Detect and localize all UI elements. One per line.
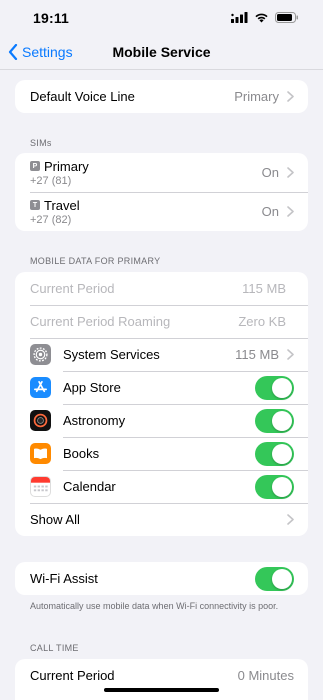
home-indicator[interactable] <box>104 688 219 692</box>
sims-header: SIMs <box>30 138 52 148</box>
sim-name: Primary <box>44 158 89 174</box>
nav-bar: Settings Mobile Service <box>0 40 323 68</box>
mobile-data-header: MOBILE DATA FOR PRIMARY <box>30 256 161 266</box>
status-bar: 19:11 <box>0 0 323 40</box>
chevron-right-icon <box>287 349 294 360</box>
app-row-astronomy: Astronomy <box>15 404 308 437</box>
status-icons <box>231 12 299 23</box>
show-all-label: Show All <box>30 512 80 527</box>
app-store-toggle[interactable] <box>255 375 294 400</box>
app-name: Books <box>63 446 100 461</box>
sim-number: +27 (81) <box>30 174 72 187</box>
sims-card: P Primary +27 (81) On T Travel +27 (82) … <box>15 153 308 231</box>
sim-badge-icon: T <box>30 200 40 210</box>
chevron-right-icon <box>287 91 294 102</box>
battery-icon <box>275 12 298 23</box>
mobile-data-card: Current Period 115 MB Current Period Roa… <box>15 272 308 536</box>
status-time: 19:11 <box>33 10 70 26</box>
wifi-assist-note: Automatically use mobile data when Wi-Fi… <box>30 601 279 611</box>
app-row-app-store: App Store <box>15 371 308 404</box>
default-voice-line-row[interactable]: Default Voice Line Primary <box>15 80 308 113</box>
current-period-value: 115 MB <box>242 281 286 296</box>
call-time-card: Current Period 0 Minutes <box>15 659 308 700</box>
calendar-toggle[interactable] <box>255 474 294 499</box>
books-toggle[interactable] <box>255 441 294 466</box>
sim-badge-icon: P <box>30 161 40 171</box>
call-time-current-period-label: Current Period <box>30 668 115 683</box>
current-period-roaming-value: Zero KB <box>238 314 286 329</box>
app-store-icon <box>30 377 51 398</box>
cellular-signal-icon <box>231 12 248 23</box>
sim-row-primary[interactable]: P Primary +27 (81) On <box>15 153 308 192</box>
app-row-calendar: Calendar <box>15 470 308 503</box>
wifi-icon <box>255 13 268 23</box>
default-voice-line-value: Primary <box>234 89 279 104</box>
chevron-right-icon <box>287 167 294 178</box>
system-services-row[interactable]: System Services 115 MB <box>15 338 308 371</box>
chevron-right-icon <box>287 514 294 525</box>
system-services-value: 115 MB <box>235 347 279 362</box>
app-name: Calendar <box>63 479 116 494</box>
sim-state: On <box>261 165 279 180</box>
current-period-label: Current Period <box>30 281 115 296</box>
sim-number: +27 (82) <box>30 213 72 226</box>
app-row-books: Books <box>15 437 308 470</box>
app-name: Astronomy <box>63 413 126 428</box>
show-all-row[interactable]: Show All <box>15 503 308 536</box>
app-name: App Store <box>63 380 121 395</box>
wifi-assist-card: Wi-Fi Assist <box>15 562 308 595</box>
nav-divider <box>0 69 323 70</box>
astronomy-toggle[interactable] <box>255 408 294 433</box>
default-voice-card: Default Voice Line Primary <box>15 80 308 113</box>
sim-row-travel[interactable]: T Travel +27 (82) On <box>15 192 308 231</box>
calendar-icon <box>30 476 51 497</box>
system-services-label: System Services <box>63 347 160 362</box>
call-time-header: CALL TIME <box>30 643 79 653</box>
sim-name: Travel <box>44 197 80 213</box>
gear-icon <box>30 344 51 365</box>
astronomy-icon <box>30 410 51 431</box>
current-period-row: Current Period 115 MB <box>15 272 308 305</box>
sim-state: On <box>261 204 279 219</box>
current-period-roaming-row: Current Period Roaming Zero KB <box>15 305 308 338</box>
call-time-current-period-value: 0 Minutes <box>237 668 294 683</box>
page-title: Mobile Service <box>112 44 211 60</box>
default-voice-line-label: Default Voice Line <box>30 89 135 104</box>
wifi-assist-row: Wi-Fi Assist <box>15 562 308 595</box>
current-period-roaming-label: Current Period Roaming <box>30 314 171 329</box>
wifi-assist-toggle[interactable] <box>255 566 294 591</box>
wifi-assist-label: Wi-Fi Assist <box>30 571 98 586</box>
books-icon <box>30 443 51 464</box>
chevron-right-icon <box>287 206 294 217</box>
